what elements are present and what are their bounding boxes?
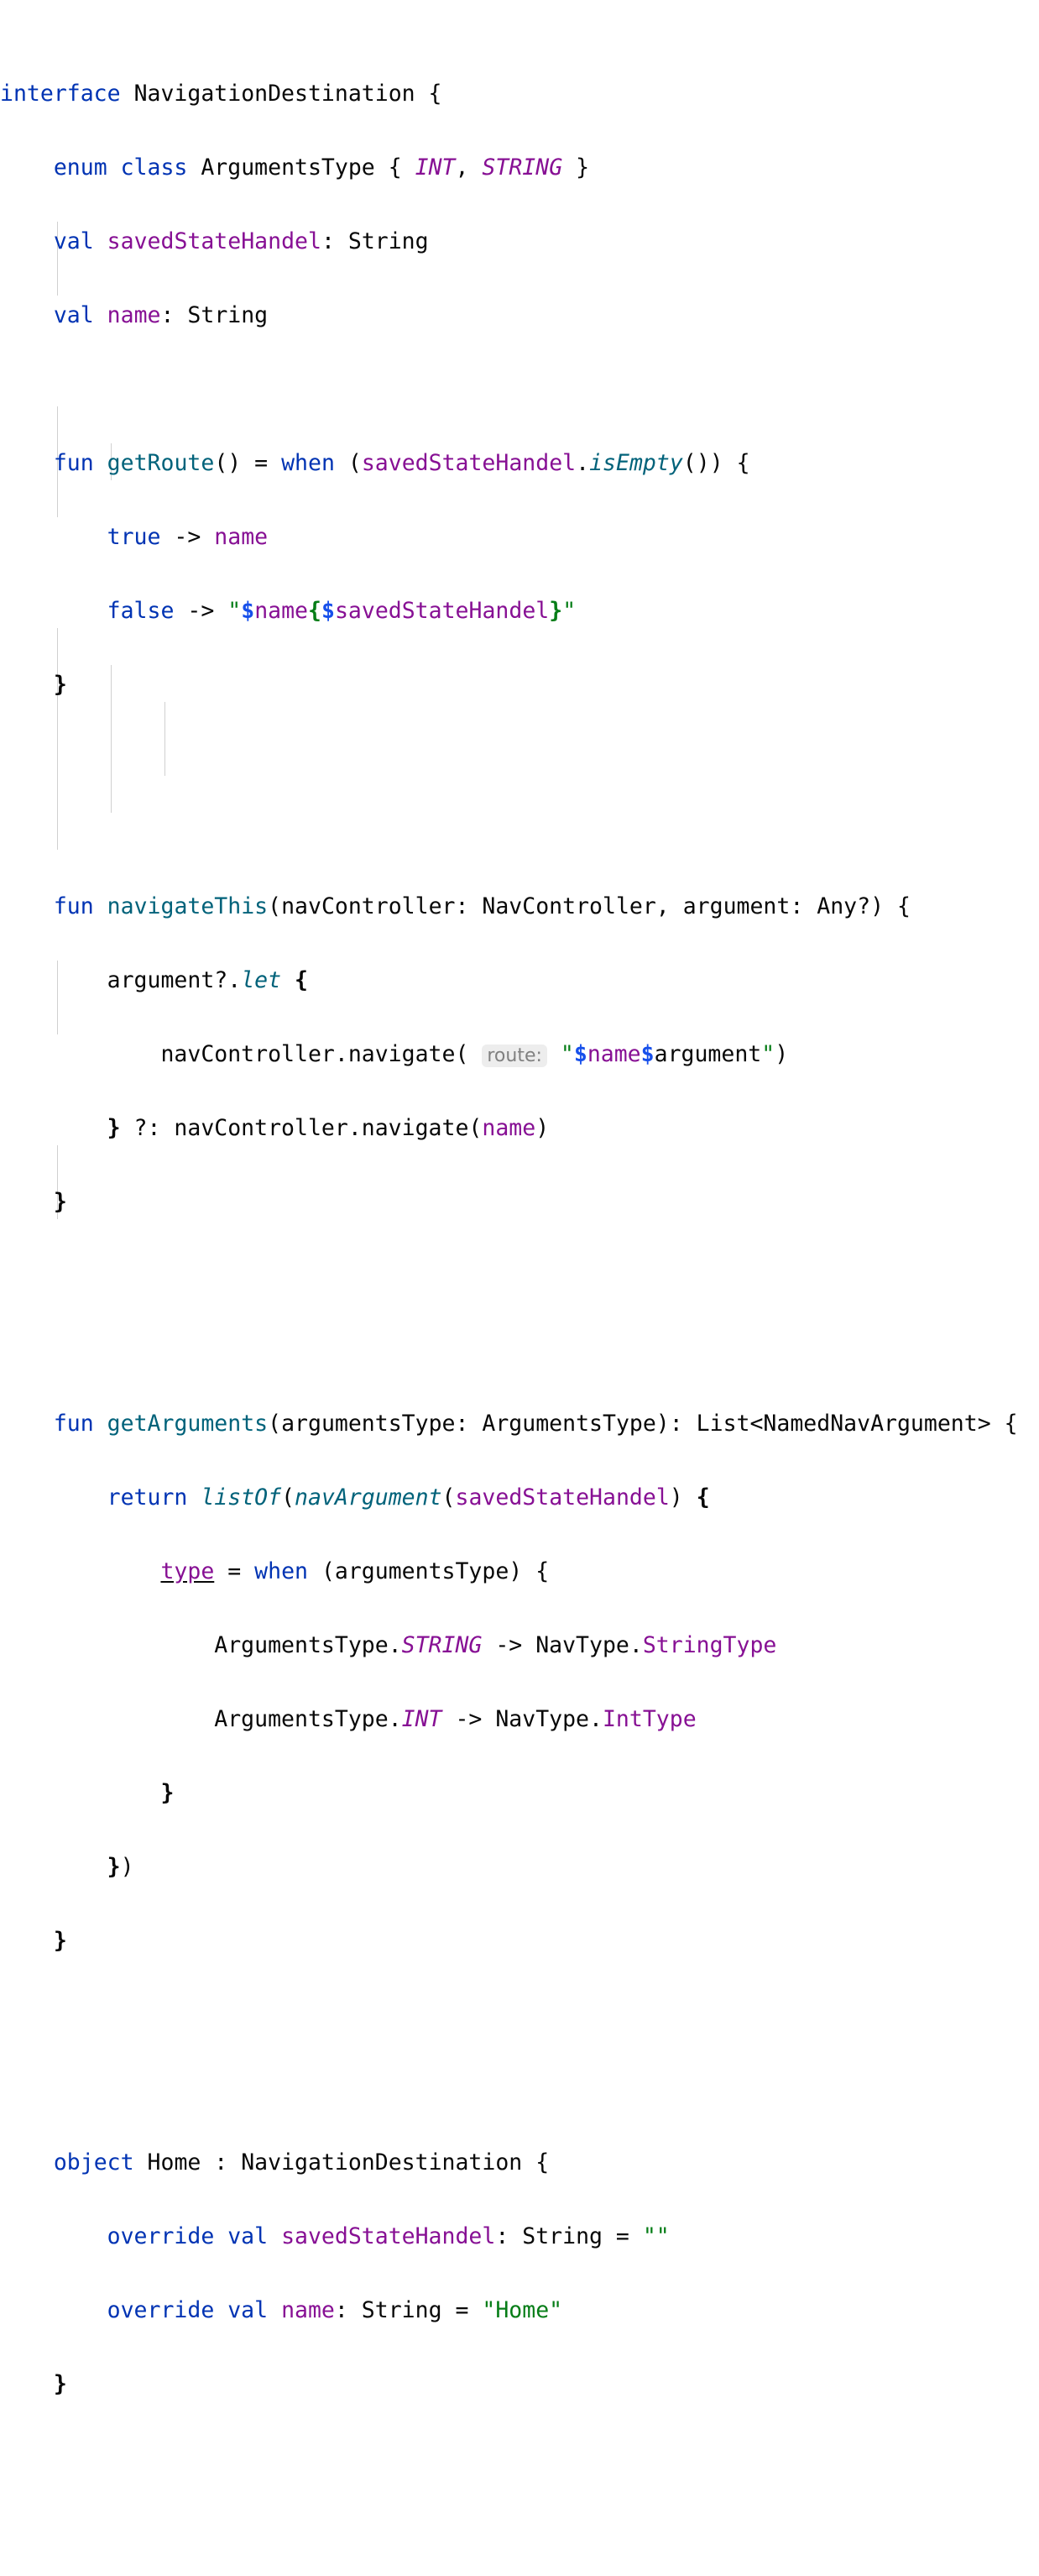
code-line-31: override val name: String = "Home"	[107, 2297, 563, 2323]
code-line-14: navController.navigate( route: "$name$ar…	[0, 1041, 789, 1067]
code-line-15: } ?: navController.navigate(name)	[0, 1115, 550, 1141]
code-line-3: val savedStateHandel: String	[53, 228, 429, 254]
code-line-29: object Home : NavigationDestination {	[53, 2149, 550, 2175]
code-line-16: }	[0, 1189, 67, 1215]
code-line-12: fun navigateThis(navController: NavContr…	[53, 893, 911, 919]
inlay-hint-route: route:	[482, 1045, 547, 1067]
code-line-19: fun getArguments(argumentsType: Argument…	[53, 1411, 1018, 1437]
code-line-13: argument?.let {	[0, 967, 308, 993]
code-line-25: })	[0, 1854, 134, 1880]
code-editor-canvas: interface NavigationDestination { enum c…	[0, 0, 1039, 2397]
code-line-20: return listOf(navArgument(savedStateHand…	[107, 1484, 710, 1511]
code-line-23: ArgumentsType.INT -> NavType.IntType	[0, 1706, 697, 1732]
code-block[interactable]: interface NavigationDestination { enum c…	[0, 0, 1039, 2576]
code-line-8: false -> "$name{$savedStateHandel}"	[107, 598, 577, 624]
code-line-4: val name: String	[53, 302, 269, 328]
code-line-21: type = when (argumentsType) {	[160, 1558, 550, 1584]
code-line-22: ArgumentsType.STRING -> NavType.StringTy…	[0, 1632, 777, 1658]
code-line-1: interface NavigationDestination {	[0, 81, 442, 107]
code-line-7: true -> name	[107, 524, 269, 550]
code-line-9: }	[0, 672, 67, 698]
code-line-6: fun getRoute() = when (savedStateHandel.…	[53, 450, 750, 476]
code-line-24: }	[0, 1780, 175, 1806]
code-line-32: }	[0, 2371, 67, 2397]
code-line-26: }	[0, 1928, 67, 1954]
code-line-2: enum class ArgumentsType { INT, STRING }	[53, 154, 590, 181]
code-line-30: override val savedStateHandel: String = …	[107, 2223, 670, 2249]
